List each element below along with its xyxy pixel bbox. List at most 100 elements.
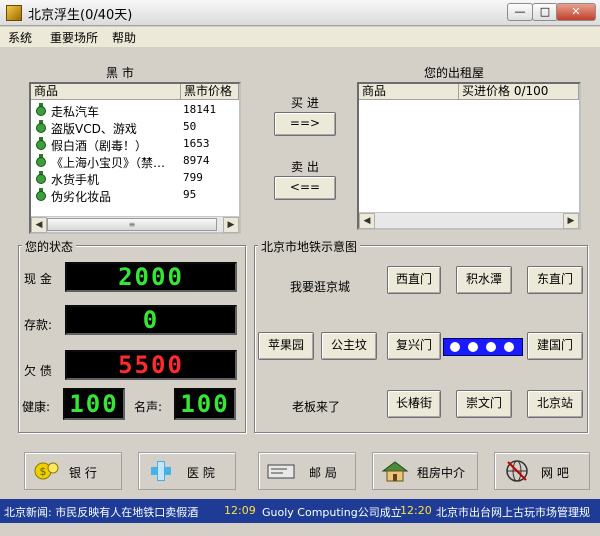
window-title: 北京浮生(0/40天) — [28, 8, 133, 23]
menu-system[interactable]: 系统 — [8, 29, 32, 46]
column-buy-price[interactable]: 买进价格 0/100 — [459, 84, 579, 100]
close-button[interactable]: ✕ — [556, 3, 596, 21]
menu-important-places[interactable]: 重要场所 — [50, 29, 98, 46]
internet-cafe-label: 网 吧 — [541, 466, 569, 480]
list-item[interactable]: 盗版VCD、游戏 50 — [31, 119, 239, 136]
goods-icon — [36, 171, 46, 184]
buy-label: 买 进 — [291, 96, 319, 110]
black-market-header: 商品 黑市价格 — [31, 84, 239, 100]
goods-price: 799 — [183, 171, 203, 184]
news-item: 北京新闻: 市民反映有人在地铁口卖假酒 — [4, 506, 199, 519]
goods-name: 走私汽车 — [51, 105, 100, 119]
metro-dot — [450, 342, 460, 352]
column-goods[interactable]: 商品 — [359, 84, 459, 100]
news-item: Guoly Computing公司成立 — [262, 506, 402, 519]
hospital-icon — [151, 461, 171, 481]
goods-name: 假白酒（剧毒！） — [51, 139, 148, 153]
cash-display: 2000 — [65, 262, 237, 292]
house-agency-icon — [381, 461, 409, 482]
title-bar: 北京浮生(0/40天) — □ ✕ — [0, 0, 600, 26]
health-label: 健康: — [22, 400, 51, 414]
goods-name: 盗版VCD、游戏 — [51, 122, 137, 136]
station-beijing-station[interactable]: 北京站 — [527, 390, 583, 418]
menu-help[interactable]: 帮助 — [112, 29, 136, 46]
news-time: 12:20 — [400, 504, 432, 517]
window-bottom-edge — [0, 523, 600, 536]
post-office-icon — [267, 464, 295, 479]
list-item[interactable]: 《上海小宝贝》（禁… 8974 — [31, 153, 239, 170]
cash-label: 现 金 — [24, 272, 52, 286]
goods-icon — [36, 137, 46, 150]
post-office-label: 邮 局 — [309, 466, 337, 480]
bank-label: 银 行 — [69, 466, 97, 480]
station-gongzhufen[interactable]: 公主坟 — [321, 332, 377, 360]
station-chongwenmen[interactable]: 崇文门 — [456, 390, 512, 418]
hospital-button[interactable]: 医 院 — [138, 452, 236, 490]
deposit-display: 0 — [65, 305, 237, 335]
metro-line-indicator — [443, 338, 523, 356]
metro-prompt: 我要逛京城 — [290, 280, 351, 294]
goods-icon — [36, 120, 46, 133]
sell-button[interactable]: <== — [274, 176, 336, 200]
news-time: 12:09 — [224, 504, 256, 517]
rental-title: 您的出租屋 — [424, 66, 485, 80]
internet-cafe-button[interactable]: 网 吧 — [494, 452, 590, 490]
internet-cafe-icon — [506, 460, 528, 482]
goods-price: 18141 — [183, 103, 217, 116]
debt-label: 欠 债 — [24, 364, 52, 378]
list-item[interactable]: 水货手机 799 — [31, 170, 239, 187]
goods-price: 50 — [183, 120, 197, 133]
sell-label: 卖 出 — [291, 160, 319, 174]
station-fuxingmen[interactable]: 复兴门 — [387, 332, 441, 360]
metro-dot — [486, 342, 496, 352]
bank-icon: $ — [34, 462, 59, 480]
black-market-scrollbar[interactable]: ◀ ≡ ▶ — [31, 216, 239, 233]
black-market-list[interactable]: 商品 黑市价格 走私汽车 18141 盗版VCD、游戏 50 假白酒（剧毒！） 1653 《… — [29, 82, 241, 234]
goods-name: 伪劣化妆品 — [51, 190, 112, 204]
goods-price: 95 — [183, 188, 197, 201]
scroll-thumb[interactable]: ≡ — [47, 218, 217, 231]
svg-text:$: $ — [40, 465, 47, 478]
station-dongzhimen[interactable]: 东直门 — [527, 266, 583, 294]
metro-dot — [504, 342, 514, 352]
rental-list[interactable]: 商品 买进价格 0/100 ◀ ▶ — [357, 82, 581, 230]
fame-label: 名声: — [134, 400, 163, 414]
debt-display: 5500 — [65, 350, 237, 380]
house-agency-label: 租房中介 — [417, 466, 466, 480]
maximize-button[interactable]: □ — [532, 3, 558, 21]
house-agency-button[interactable]: 租房中介 — [372, 452, 478, 490]
goods-icon — [36, 103, 46, 116]
minimize-button[interactable]: — — [507, 3, 533, 21]
scroll-right-button[interactable]: ▶ — [223, 217, 239, 233]
rental-header: 商品 买进价格 0/100 — [359, 84, 579, 100]
scroll-left-button[interactable]: ◀ — [31, 217, 47, 233]
station-jianguomen[interactable]: 建国门 — [527, 332, 583, 360]
station-changchunjie[interactable]: 长椿街 — [387, 390, 441, 418]
list-item[interactable]: 走私汽车 18141 — [31, 102, 239, 119]
station-pingguoyuan[interactable]: 苹果园 — [258, 332, 314, 360]
column-black-price[interactable]: 黑市价格 — [181, 84, 239, 100]
scroll-right-button[interactable]: ▶ — [563, 213, 579, 229]
buy-button[interactable]: ==> — [274, 112, 336, 136]
scroll-left-button[interactable]: ◀ — [359, 213, 375, 229]
metro-dot — [468, 342, 478, 352]
black-market-title: 黑 市 — [106, 66, 134, 80]
goods-icon — [36, 154, 46, 167]
post-office-button[interactable]: 邮 局 — [258, 452, 356, 490]
column-goods[interactable]: 商品 — [31, 84, 181, 100]
status-title: 您的状态 — [22, 238, 77, 255]
list-item[interactable]: 假白酒（剧毒！） 1653 — [31, 136, 239, 153]
rental-scrollbar[interactable]: ◀ ▶ — [359, 212, 579, 229]
station-xizhimen[interactable]: 西直门 — [387, 266, 441, 294]
goods-price: 8974 — [183, 154, 210, 167]
goods-name: 水货手机 — [51, 173, 100, 187]
bank-button[interactable]: $ 银 行 — [24, 452, 122, 490]
menu-bar: 系统 重要场所 帮助 — [0, 27, 600, 47]
goods-price: 1653 — [183, 137, 210, 150]
news-item: 北京市出台网上古玩市场管理规 — [436, 506, 590, 519]
station-jishuitan[interactable]: 积水潭 — [456, 266, 512, 294]
news-ticker: 北京新闻: 市民反映有人在地铁口卖假酒 12:09 Guoly Computin… — [0, 499, 600, 523]
goods-name: 《上海小宝贝》（禁… — [51, 156, 166, 170]
list-item[interactable]: 伪劣化妆品 95 — [31, 187, 239, 204]
deposit-label: 存款: — [24, 318, 53, 332]
